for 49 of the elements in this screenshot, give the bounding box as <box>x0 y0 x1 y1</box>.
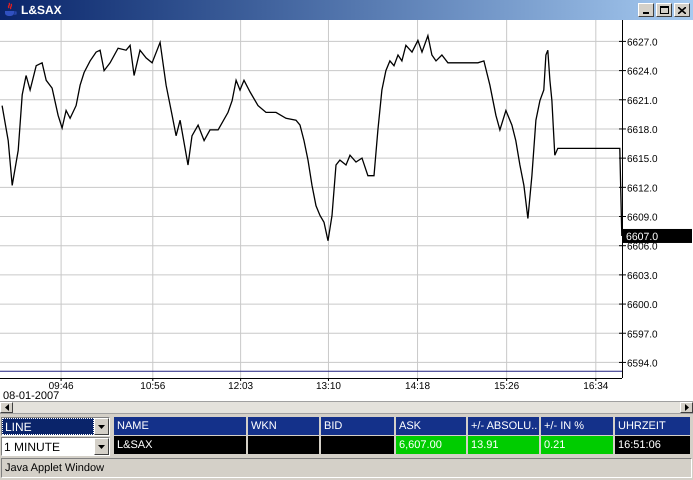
y-tick-label: 6600.0 <box>627 300 658 312</box>
y-tick-label: 6621.0 <box>627 96 658 107</box>
y-tick-label: 6615.0 <box>627 154 658 166</box>
dropdown[interactable]: LINE <box>1 417 110 436</box>
y-tick-label: 6624.0 <box>627 66 658 78</box>
last-price-tag: 6607.0 <box>623 228 692 243</box>
maximize-button[interactable] <box>656 3 672 17</box>
column-header[interactable]: +/- ABSOLU.. <box>468 417 539 435</box>
x-tick-label: 15:26 <box>494 381 520 391</box>
y-tick-label: 6606.0 <box>627 242 658 253</box>
scroll-right-button[interactable] <box>680 402 693 413</box>
right-arrow-icon <box>684 404 688 411</box>
table-cell: 0.21 <box>541 436 613 454</box>
left-arrow-icon <box>4 404 8 411</box>
x-tick-label: 13:10 <box>316 381 341 391</box>
close-icon <box>678 6 686 14</box>
date-label: 08-01-2007 <box>2 391 60 401</box>
y-tick-label: 6612.0 <box>627 183 658 194</box>
dropdown[interactable]: 1 MINUTE <box>1 437 110 456</box>
x-tick-label: 16:34 <box>583 381 608 391</box>
x-tick-label: 14:18 <box>405 381 430 391</box>
column-header[interactable]: UHRZEIT <box>615 417 690 435</box>
minimize-button[interactable] <box>638 3 654 17</box>
column-header[interactable]: WKN <box>248 417 319 435</box>
status-text: Java Applet Window <box>5 460 104 476</box>
column-header[interactable]: ASK <box>396 417 466 435</box>
window-title: L&SAX <box>21 2 63 19</box>
y-tick-label: 6618.0 <box>627 124 658 136</box>
table-cell: 13.91 <box>468 436 539 454</box>
horizontal-scrollbar[interactable] <box>0 401 693 414</box>
close-button[interactable] <box>674 3 690 17</box>
x-tick-label: 12:03 <box>228 381 254 391</box>
table-cell: L&SAX <box>114 436 246 454</box>
x-tick-label: 09:46 <box>48 381 74 391</box>
scroll-left-button[interactable] <box>0 402 13 413</box>
y-tick-label: 6609.0 <box>627 212 658 224</box>
y-tick-label: 6594.0 <box>627 358 658 370</box>
y-tick-label: 6597.0 <box>627 329 658 340</box>
caret-icon <box>98 424 105 428</box>
column-header[interactable]: +/- IN % <box>541 417 613 435</box>
column-header[interactable]: NAME <box>114 417 246 435</box>
x-tick-label: 10:56 <box>140 381 166 391</box>
table-cell: 6,607.00 <box>396 436 466 454</box>
caret-icon <box>98 444 105 448</box>
column-header[interactable]: BID <box>321 417 394 435</box>
cup-icon <box>3 2 17 18</box>
y-tick-label: 6603.0 <box>627 270 658 282</box>
y-tick-label: 6627.0 <box>627 37 658 48</box>
table-cell: 16:51:06 <box>615 436 690 454</box>
